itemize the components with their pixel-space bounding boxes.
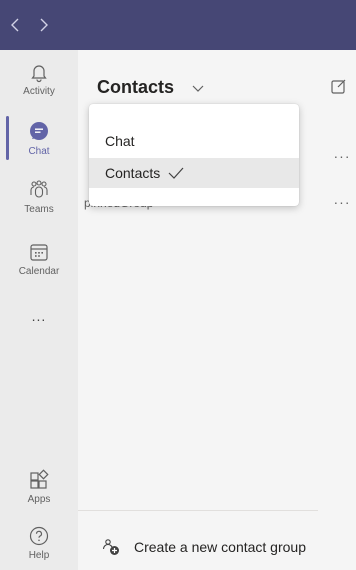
rail-item-apps[interactable]: Apps	[0, 468, 78, 524]
rail-item-help[interactable]: Help	[0, 524, 78, 570]
more-label: ...	[31, 308, 47, 324]
rail-label-chat: Chat	[28, 146, 50, 157]
view-dropdown-menu: Chat Contacts	[89, 104, 299, 206]
create-contact-group-button[interactable]: Create a new contact group	[102, 536, 306, 558]
forward-button[interactable]	[34, 14, 52, 36]
create-contact-group-label: Create a new contact group	[134, 539, 306, 555]
apps-icon	[27, 468, 51, 492]
chat-icon	[27, 120, 51, 144]
rail-item-activity[interactable]: Activity	[0, 60, 78, 116]
compose-icon[interactable]	[330, 77, 348, 95]
rail-label-apps: Apps	[27, 494, 51, 505]
footer-divider	[78, 510, 318, 511]
teams-icon	[27, 178, 51, 202]
rail-item-more[interactable]: ...	[0, 304, 78, 360]
back-button[interactable]	[7, 14, 25, 36]
checkmark-icon	[168, 167, 184, 179]
row-more-button[interactable]: ···	[332, 148, 352, 164]
rail-item-teams[interactable]: Teams	[0, 178, 78, 234]
app-rail: Activity Chat Teams Calendar ... Apps He…	[0, 50, 78, 570]
rail-label-help: Help	[28, 550, 50, 561]
menu-item-label: Contacts	[105, 165, 161, 181]
more-icon: ...	[27, 304, 51, 328]
add-group-icon	[102, 539, 119, 555]
rail-label-calendar: Calendar	[18, 266, 60, 277]
rail-label-teams: Teams	[24, 204, 54, 215]
rail-item-chat[interactable]: Chat	[0, 120, 78, 176]
chevron-down-icon[interactable]	[190, 80, 206, 96]
calendar-icon	[27, 240, 51, 264]
title-bar	[0, 0, 356, 50]
page-title[interactable]: Contacts	[97, 77, 174, 98]
chevron-right-icon	[40, 18, 48, 32]
menu-item-chat[interactable]: Chat	[89, 126, 299, 156]
menu-item-label: Chat	[105, 133, 135, 149]
rail-label-activity: Activity	[23, 86, 55, 97]
help-icon	[27, 524, 51, 548]
rail-item-calendar[interactable]: Calendar	[0, 240, 78, 296]
bell-icon	[27, 60, 51, 84]
chevron-left-icon	[11, 18, 19, 32]
row-more-button[interactable]: ···	[332, 194, 352, 210]
menu-item-contacts[interactable]: Contacts	[89, 158, 299, 188]
